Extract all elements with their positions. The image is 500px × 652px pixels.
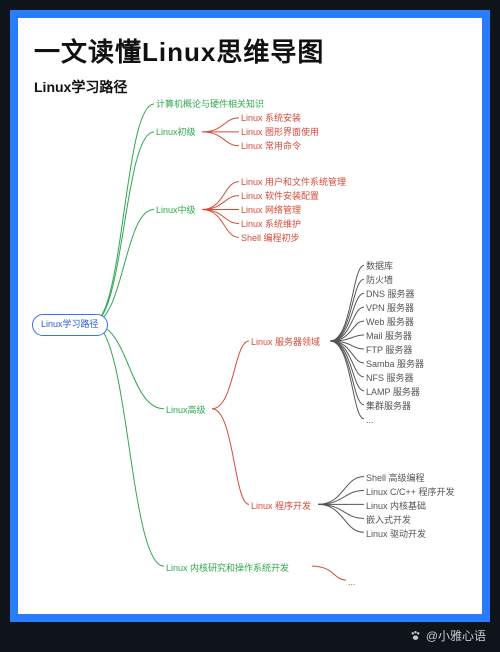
leaf: FTP 服务器: [366, 346, 412, 355]
paw-icon: [409, 629, 422, 642]
leaf: ...: [366, 416, 374, 425]
leaf: 集群服务器: [366, 402, 411, 411]
leaf: Linux 网络管理: [241, 206, 301, 215]
author-handle: @小雅心语: [426, 627, 486, 644]
branch-kernel: Linux 内核研究和操作系统开发: [166, 564, 289, 573]
branch-intermediate: Linux中级: [156, 206, 196, 215]
leaf: Linux 常用命令: [241, 142, 301, 151]
leaf: ...: [348, 578, 356, 587]
mindmap: Linux学习路径 计算机概论与硬件相关知识 Linux初级 Linux中级 L…: [24, 90, 476, 608]
root-node: Linux学习路径: [32, 314, 108, 336]
leaf: Samba 服务器: [366, 360, 424, 369]
sub-server: Linux 服务器领域: [251, 338, 320, 347]
leaf: DNS 服务器: [366, 290, 415, 299]
leaf: Web 服务器: [366, 318, 414, 327]
leaf: 数据库: [366, 262, 393, 271]
author-footer: @小雅心语: [409, 627, 486, 644]
leaf: NFS 服务器: [366, 374, 414, 383]
leaf: VPN 服务器: [366, 304, 414, 313]
leaf: Linux 软件安装配置: [241, 192, 319, 201]
leaf: Linux 图形界面使用: [241, 128, 319, 137]
leaf: LAMP 服务器: [366, 388, 420, 397]
leaf: 防火墙: [366, 276, 393, 285]
leaf: Linux 系统安装: [241, 114, 301, 123]
leaf: Linux 系统维护: [241, 220, 301, 229]
leaf: Shell 编程初步: [241, 234, 300, 243]
leaf: Mail 服务器: [366, 332, 412, 341]
leaf: Linux 驱动开发: [366, 530, 426, 539]
sub-develop: Linux 程序开发: [251, 502, 311, 511]
branch-basics: 计算机概论与硬件相关知识: [156, 100, 264, 109]
leaf: 嵌入式开发: [366, 516, 411, 525]
branch-beginner: Linux初级: [156, 128, 196, 137]
leaf: Linux C/C++ 程序开发: [366, 488, 455, 497]
branch-advanced: Linux高级: [166, 406, 206, 415]
leaf: Linux 用户和文件系统管理: [241, 178, 346, 187]
page-title: 一文读懂Linux思维导图: [34, 32, 466, 69]
leaf: Shell 高级编程: [366, 474, 425, 483]
content-frame: 一文读懂Linux思维导图 Linux学习路径: [10, 10, 490, 622]
leaf: Linux 内核基础: [366, 502, 426, 511]
